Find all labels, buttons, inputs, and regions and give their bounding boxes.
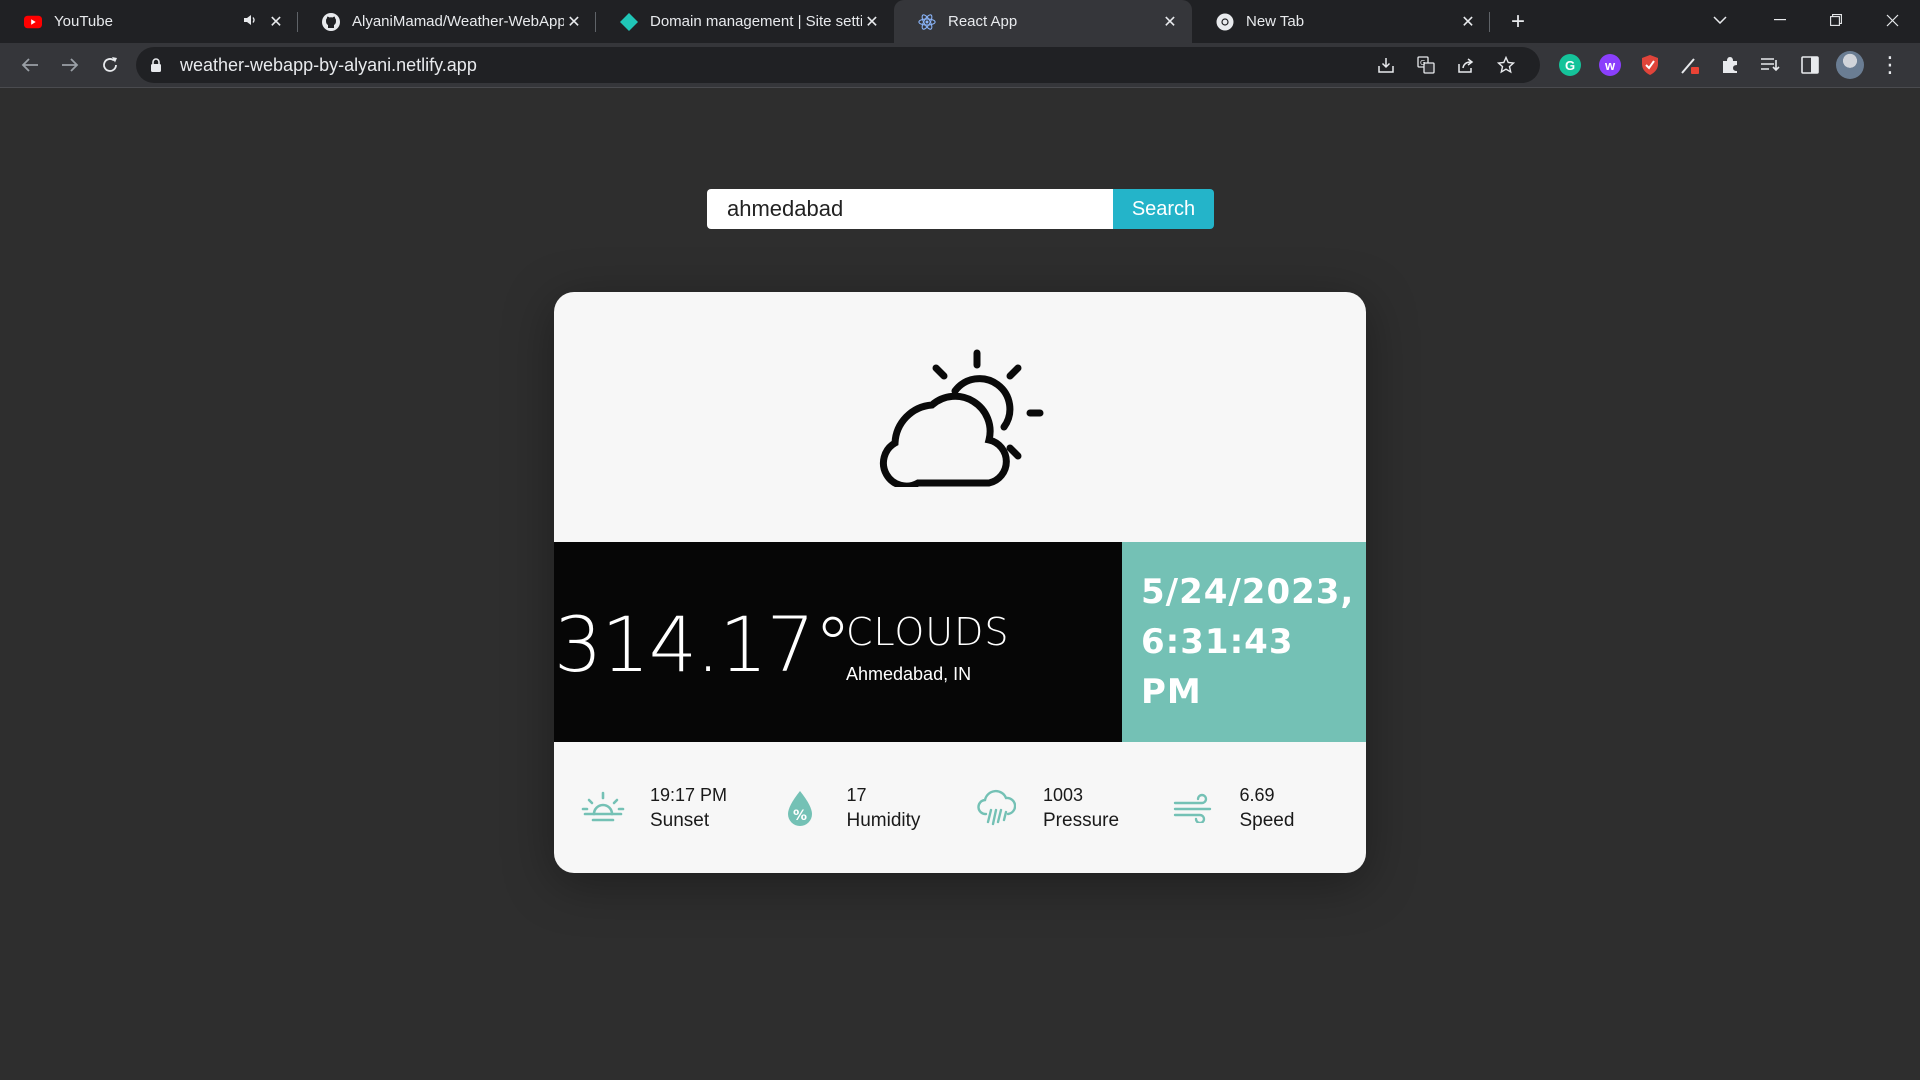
chrome-icon [1216,13,1234,31]
weather-card: 314.17° CLOUDS Ahmedabad, IN 5/24/2023, … [554,292,1366,873]
youtube-icon [24,13,42,31]
tab-strip: YouTube ✕ AlyaniMamad/Weather-WebApp ✕ D… [0,0,1920,43]
lock-icon[interactable] [150,57,166,73]
address-bar[interactable]: weather-webapp-by-alyani.netlify.app G [136,47,1540,83]
stat-label: Speed [1239,809,1295,831]
stat-humidity: % 17 Humidity [777,783,974,833]
window-controls [1752,0,1920,43]
stat-value: 19:17 PM [650,784,728,805]
stat-value: 6.69 [1239,784,1275,805]
close-window-icon[interactable] [1864,0,1920,40]
tab-search-icon[interactable] [1700,0,1740,40]
shield-icon[interactable] [1630,47,1670,83]
profile-avatar[interactable] [1830,47,1870,83]
stat-label: Humidity [846,809,921,831]
location-text: Ahmedabad, IN [846,664,972,684]
minimize-icon[interactable] [1752,0,1808,40]
stat-sunset: 19:17 PM Sunset [580,783,777,833]
tab-title: React App [948,13,1018,30]
netlify-icon [620,12,638,31]
close-tab-icon[interactable]: ✕ [564,12,584,32]
audio-playing-icon[interactable] [240,14,260,29]
translate-icon[interactable]: G [1406,47,1446,83]
temperature-panel: 314.17° CLOUDS Ahmedabad, IN [554,542,1122,742]
share-icon[interactable] [1446,47,1486,83]
wind-icon [1170,785,1216,831]
svg-text:%: % [793,808,807,824]
more-menu-icon[interactable]: ⋮ [1870,47,1910,83]
github-icon [322,12,340,31]
stat-label: Pressure [1043,809,1120,831]
stat-value: 1003 [1043,784,1084,805]
grammarly-icon[interactable]: G [1550,47,1590,83]
weather-summary-band: 314.17° CLOUDS Ahmedabad, IN 5/24/2023, … [554,542,1366,742]
date-text: 5/24/2023, [1141,572,1355,612]
reading-list-icon[interactable] [1750,47,1790,83]
stat-value: 17 [846,784,867,805]
tab-github[interactable]: AlyaniMamad/Weather-WebApp ✕ [298,0,596,43]
date-panel: 5/24/2023, 6:31:43 PM [1122,542,1366,742]
extensions-area: G w ⋮ [1550,47,1910,83]
tab-title: Domain management | Site settin [650,13,862,30]
weather-stats: 19:17 PM Sunset % 17 Humidity 1003 Press… [554,742,1366,873]
close-tab-icon[interactable]: ✕ [266,12,286,32]
sunset-icon [580,785,626,831]
tab-title: AlyaniMamad/Weather-WebApp [352,13,564,30]
tab-title: YouTube [54,13,113,30]
weather-condition: CLOUDS [846,610,1010,654]
close-tab-icon[interactable]: ✕ [1160,12,1180,32]
partly-cloudy-icon [879,349,1044,487]
date-time: 5/24/2023, 6:31:43 PM [1141,567,1366,717]
humidity-icon: % [777,785,823,831]
browser-toolbar: weather-webapp-by-alyani.netlify.app G G… [0,43,1920,88]
tab-netlify[interactable]: Domain management | Site settin ✕ [596,0,894,43]
city-search-input[interactable] [707,189,1113,229]
tab-new-tab[interactable]: New Tab ✕ [1192,0,1490,43]
wappalyzer-icon[interactable]: w [1590,47,1630,83]
close-tab-icon[interactable]: ✕ [862,12,882,32]
temperature-value: 314.17° [554,600,852,689]
puzzle-icon[interactable] [1710,47,1750,83]
color-picker-icon[interactable] [1670,47,1710,83]
weather-app-page: Search 314.17° CLOUDS Ahmedabad, IN [0,88,1920,1080]
time-text: 6:31:43 PM [1141,622,1294,712]
back-arrow-icon[interactable] [10,47,50,83]
install-app-icon[interactable] [1366,47,1406,83]
tab-separator [1489,12,1490,32]
svg-text:G: G [1420,59,1425,67]
tab-react-app[interactable]: React App ✕ [894,0,1192,43]
restore-icon[interactable] [1808,0,1864,40]
forward-arrow-icon[interactable] [50,47,90,83]
reload-icon[interactable] [90,47,130,83]
stat-pressure: 1003 Pressure [973,783,1170,833]
close-tab-icon[interactable]: ✕ [1458,12,1478,32]
new-tab-button[interactable]: + [1498,0,1538,43]
stat-label: Sunset [650,809,710,831]
react-icon [918,13,936,31]
search-bar: Search [707,189,1214,229]
tab-title: New Tab [1246,13,1305,30]
side-panel-icon[interactable] [1790,47,1830,83]
tab-youtube[interactable]: YouTube ✕ [0,0,298,43]
bookmark-star-icon[interactable] [1486,47,1526,83]
stat-wind-speed: 6.69 Speed [1170,783,1367,833]
search-button[interactable]: Search [1113,189,1214,229]
weather-icon-area [554,292,1366,542]
pressure-icon [973,785,1019,831]
url-text[interactable]: weather-webapp-by-alyani.netlify.app [180,55,1366,76]
